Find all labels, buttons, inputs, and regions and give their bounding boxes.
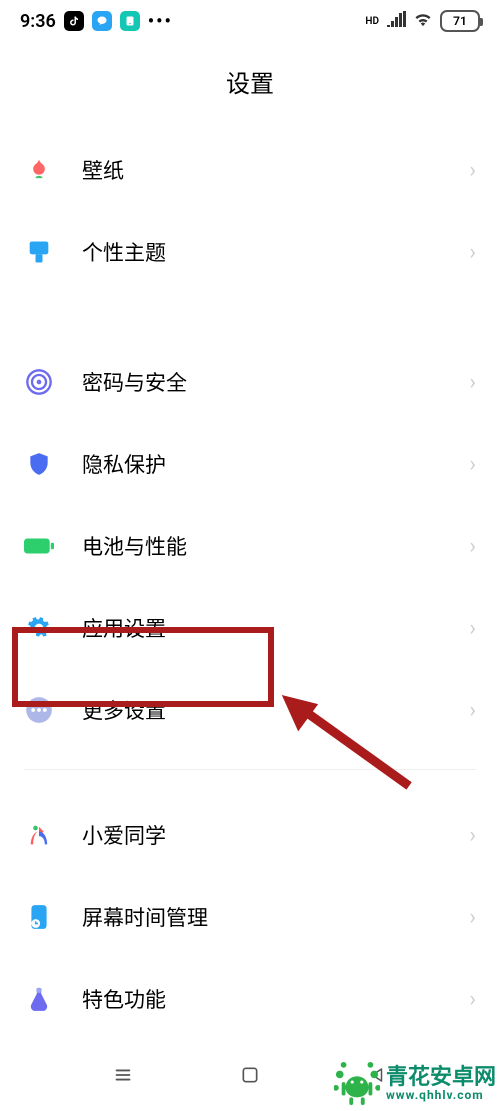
shield-icon (24, 449, 54, 479)
row-label: 电池与性能 (82, 531, 441, 561)
row-apps[interactable]: 应用设置 › (0, 587, 500, 669)
row-privacy[interactable]: 隐私保护 › (0, 423, 500, 505)
hd-indicator: HD (364, 15, 380, 28)
chevron-right-icon: › (469, 698, 476, 723)
signal-icon (386, 11, 406, 31)
row-password[interactable]: 密码与安全 › (0, 341, 500, 423)
watermark-logo-icon (334, 1061, 380, 1107)
chevron-right-icon: › (469, 823, 476, 848)
row-screentime[interactable]: 屏幕时间管理 › (0, 876, 500, 958)
row-more-settings[interactable]: 更多设置 › (0, 669, 500, 751)
chevron-right-icon: › (469, 158, 476, 183)
wallpaper-icon (24, 155, 54, 185)
screentime-icon (24, 902, 54, 932)
chevron-right-icon: › (469, 616, 476, 641)
watermark-url: www.qhhlv.com (386, 1089, 496, 1102)
row-xiaoai[interactable]: 小爱同学 › (0, 794, 500, 876)
row-label: 特色功能 (82, 984, 441, 1014)
status-right: HD 71 (364, 10, 480, 32)
more-apps-icon: ••• (148, 11, 173, 32)
row-label: 密码与安全 (82, 367, 441, 397)
teal-app-icon (120, 11, 140, 31)
fingerprint-icon (24, 367, 54, 397)
chevron-right-icon: › (469, 987, 476, 1012)
row-special[interactable]: 特色功能 › (0, 958, 500, 1040)
row-label: 小爱同学 (82, 820, 441, 850)
battery-icon (24, 531, 54, 561)
page-title: 设置 (0, 42, 500, 129)
settings-group-security: 密码与安全 › 隐私保护 › 电池与性能 › 应用设置 › 更多设置 › (0, 341, 500, 751)
row-label: 屏幕时间管理 (82, 902, 441, 932)
settings-group-display: 壁纸 › 个性主题 › (0, 129, 500, 293)
nav-recent-icon[interactable] (111, 1063, 135, 1087)
xiaoai-icon (24, 820, 54, 850)
chevron-right-icon: › (469, 905, 476, 930)
row-label: 更多设置 (82, 695, 441, 725)
battery-indicator: 71 (440, 10, 480, 32)
chevron-right-icon: › (469, 370, 476, 395)
settings-group-assistant: 小爱同学 › 屏幕时间管理 › 特色功能 › (0, 794, 500, 1040)
row-label: 应用设置 (82, 613, 441, 643)
status-left: 9:36 ••• (20, 11, 173, 32)
row-label: 个性主题 (82, 237, 441, 267)
wifi-icon (412, 11, 434, 31)
chevron-right-icon: › (469, 240, 476, 265)
row-wallpaper[interactable]: 壁纸 › (0, 129, 500, 211)
tiktok-icon (64, 11, 84, 31)
row-label: 壁纸 (82, 155, 441, 185)
chevron-right-icon: › (469, 534, 476, 559)
blue-app-icon (92, 11, 112, 31)
chevron-right-icon: › (469, 452, 476, 477)
more-icon (24, 695, 54, 725)
gear-icon (24, 613, 54, 643)
status-bar: 9:36 ••• HD 71 (0, 0, 500, 42)
row-label: 隐私保护 (82, 449, 441, 479)
watermark: 青花安卓网 www.qhhlv.com (334, 1061, 496, 1107)
watermark-brand: 青花安卓网 (386, 1066, 496, 1089)
row-theme[interactable]: 个性主题 › (0, 211, 500, 293)
nav-home-icon[interactable] (238, 1063, 262, 1087)
status-time: 9:36 (20, 11, 56, 32)
row-battery[interactable]: 电池与性能 › (0, 505, 500, 587)
theme-icon (24, 237, 54, 267)
flask-icon (24, 984, 54, 1014)
